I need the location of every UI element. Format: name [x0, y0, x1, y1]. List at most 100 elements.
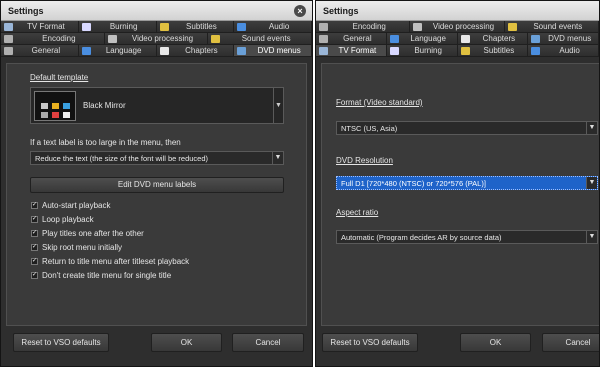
tab-language[interactable]: Language	[78, 45, 157, 57]
tab-general[interactable]: General	[316, 33, 387, 45]
playback-option-checkbox[interactable]: ✓ Return to title menu after titleset pla…	[31, 257, 189, 266]
checkbox-label: Return to title menu after titleset play…	[42, 257, 190, 266]
tab-burning[interactable]: Burning	[78, 21, 157, 33]
dvd-menus-panel: Default template Black Mirror ▼ If a tex…	[6, 63, 307, 326]
checkbox-icon[interactable]: ✓	[31, 230, 38, 237]
chevron-down-icon[interactable]: ▼	[586, 177, 597, 189]
checkbox-label: Skip root menu initially	[42, 243, 123, 252]
tab-label: General	[343, 33, 372, 43]
tab-dvd-menus[interactable]: DVD menus	[528, 33, 599, 45]
template-selector[interactable]: Black Mirror ▼	[30, 87, 284, 124]
tab-label: DVD menus	[257, 45, 301, 55]
format-value: NTSC (US, Asia)	[341, 124, 398, 133]
template-name: Black Mirror	[83, 101, 126, 110]
checkbox-label: Play titles one after the other	[42, 229, 144, 238]
tab-label: General	[31, 45, 61, 55]
format-select[interactable]: NTSC (US, Asia) ▼	[336, 121, 598, 135]
sound-icon	[507, 22, 517, 31]
tab-tv-format[interactable]: TV Format	[316, 45, 387, 57]
dvd-menu-icon	[237, 46, 247, 55]
monitor-icon	[319, 46, 328, 55]
tv-format-panel: Format (Video standard) NTSC (US, Asia) …	[321, 63, 599, 326]
tab-burning[interactable]: Burning	[386, 45, 458, 57]
playback-option-checkbox[interactable]: ✓ Play titles one after the other	[31, 229, 144, 238]
checkbox-icon[interactable]: ✓	[31, 202, 38, 209]
tab-subtitles[interactable]: Subtitles	[457, 45, 529, 57]
resolution-label: DVD Resolution	[336, 156, 393, 165]
tab-row: TV Format Burning Subtitles Audio	[1, 21, 312, 33]
template-thumbnail	[34, 91, 76, 121]
ok-button[interactable]: OK	[151, 333, 222, 352]
label-too-large-label: If a text label is too large in the menu…	[30, 138, 181, 147]
tab-label: Audio	[559, 45, 580, 55]
cancel-button[interactable]: Cancel	[542, 333, 599, 352]
playback-option-checkbox[interactable]: ✓ Skip root menu initially	[31, 243, 122, 252]
disc-icon	[389, 46, 399, 55]
chevron-down-icon[interactable]: ▼	[272, 152, 283, 164]
aspect-ratio-label: Aspect ratio	[336, 208, 379, 217]
checkbox-label: Don't create title menu for single title	[42, 271, 172, 280]
globe-icon	[81, 46, 91, 55]
checkbox-label: Loop playback	[42, 215, 94, 224]
tab-tv-format[interactable]: TV Format	[1, 21, 79, 33]
label-overflow-value: Reduce the text (the size of the font wi…	[35, 154, 209, 163]
title-bar: Settings	[316, 1, 599, 21]
tab-general[interactable]: General	[1, 45, 79, 57]
subtitle-icon	[460, 46, 470, 55]
tab-label: TV Format	[338, 45, 377, 55]
resolution-select[interactable]: Full D1 [720*480 (NTSC) or 720*576 (PAL)…	[336, 176, 598, 190]
tab-row: Encoding Video processing Sound events	[1, 33, 312, 45]
reset-defaults-button[interactable]: Reset to VSO defaults	[322, 333, 418, 352]
checkbox-icon[interactable]: ✓	[31, 244, 38, 251]
close-icon[interactable]: ×	[294, 5, 306, 17]
dialog-footer: Reset to VSO defaults OK Cancel	[316, 326, 599, 366]
wrench-icon	[319, 34, 328, 43]
tab-encoding[interactable]: Encoding	[316, 21, 411, 33]
playback-option-checkbox[interactable]: ✓ Auto-start playback	[31, 201, 110, 210]
tab-label: Burning	[414, 45, 442, 55]
tab-audio[interactable]: Audio	[234, 21, 312, 33]
checkbox-icon[interactable]: ✓	[31, 258, 38, 265]
tab-row: TV Format Burning Subtitles Audio	[316, 45, 599, 57]
title-bar: Settings ×	[1, 1, 312, 21]
reset-defaults-button[interactable]: Reset to VSO defaults	[13, 333, 109, 352]
tab-dvd-menus[interactable]: DVD menus	[234, 45, 312, 57]
tab-label: Chapters	[185, 45, 218, 55]
aspect-ratio-value: Automatic (Program decides AR by source …	[341, 233, 502, 242]
tab-video-processing[interactable]: Video processing	[104, 33, 209, 45]
window-title: Settings	[8, 6, 44, 16]
tab-audio[interactable]: Audio	[528, 45, 599, 57]
gear-icon	[319, 22, 328, 31]
aspect-ratio-select[interactable]: Automatic (Program decides AR by source …	[336, 230, 598, 244]
tab-label: Sound events	[241, 33, 291, 43]
tab-sound-events[interactable]: Sound events	[504, 21, 599, 33]
music-note-icon	[237, 22, 247, 31]
globe-icon	[389, 34, 399, 43]
tab-encoding[interactable]: Encoding	[1, 33, 105, 45]
tab-chapters[interactable]: Chapters	[457, 33, 529, 45]
playback-option-checkbox[interactable]: ✓ Don't create title menu for single titl…	[31, 271, 171, 280]
chevron-down-icon[interactable]: ▼	[586, 231, 597, 243]
checkbox-icon[interactable]: ✓	[31, 216, 38, 223]
window-title: Settings	[323, 6, 359, 16]
tab-sound-events[interactable]: Sound events	[208, 33, 312, 45]
tab-label: DVD menus	[548, 33, 592, 43]
edit-dvd-menu-labels-button[interactable]: Edit DVD menu labels	[30, 177, 284, 193]
tab-subtitles[interactable]: Subtitles	[156, 21, 235, 33]
ok-button[interactable]: OK	[460, 333, 531, 352]
monitor-icon	[4, 22, 13, 31]
tab-video-processing[interactable]: Video processing	[410, 21, 505, 33]
tab-label: Language	[105, 45, 142, 55]
playback-option-checkbox[interactable]: ✓ Loop playback	[31, 215, 94, 224]
tab-label: Language	[410, 33, 446, 43]
tab-label: Subtitles	[483, 45, 515, 55]
tab-language[interactable]: Language	[386, 33, 458, 45]
chevron-down-icon[interactable]: ▼	[586, 122, 597, 134]
checkbox-label: Auto-start playback	[42, 201, 111, 210]
checkbox-icon[interactable]: ✓	[31, 272, 38, 279]
label-overflow-select[interactable]: Reduce the text (the size of the font wi…	[30, 151, 284, 165]
tab-chapters[interactable]: Chapters	[156, 45, 235, 57]
clock-icon	[460, 34, 470, 43]
chevron-down-icon[interactable]: ▼	[273, 88, 283, 123]
cancel-button[interactable]: Cancel	[232, 333, 304, 352]
